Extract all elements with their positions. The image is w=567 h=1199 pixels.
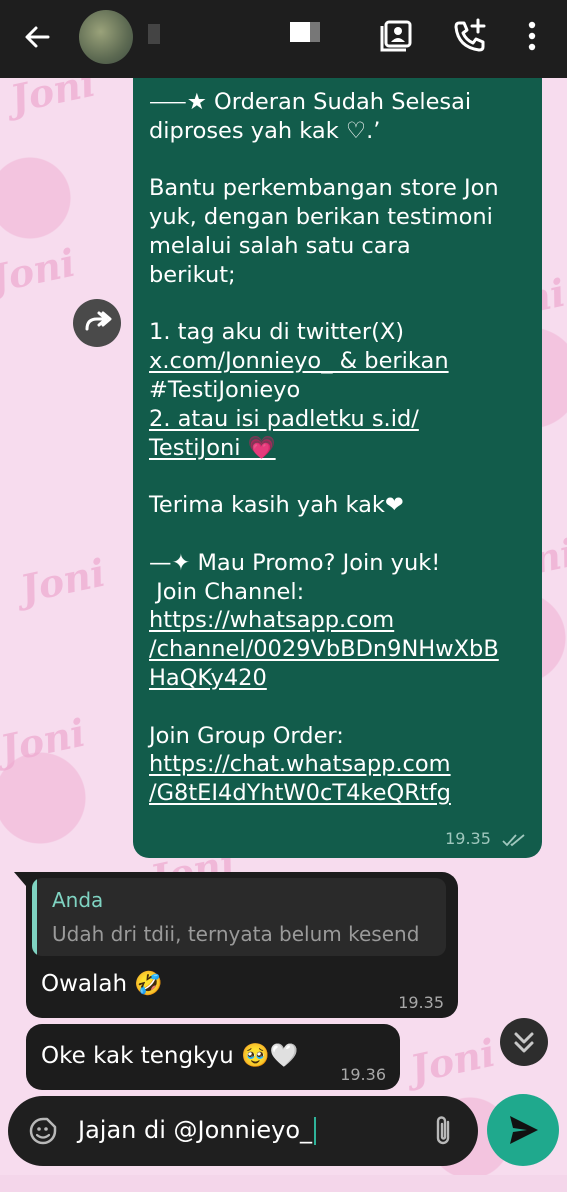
message-line: #TestiJonieyo: [149, 376, 301, 403]
wallpaper-decoration: Joni: [6, 78, 100, 122]
message-line: yuk, dengan berikan testimoni: [149, 204, 493, 231]
message-meta: 19.35: [445, 829, 526, 848]
message-line: Terima kasih yah kak❤: [149, 492, 404, 519]
message-line: ⸺★ Orderan Sudah Selesai: [149, 89, 472, 115]
wallpaper-decoration: Joni: [16, 549, 110, 612]
wallpaper-decoration: Joni: [0, 239, 80, 302]
message-line: [149, 290, 534, 319]
message-line: [149, 462, 534, 491]
message-line: Bantu perkembangan store Jon: [149, 175, 499, 202]
message-time: 19.36: [340, 1065, 386, 1084]
message-line: Join Channel:: [149, 578, 305, 605]
forward-button[interactable]: [73, 299, 121, 347]
quoted-message[interactable]: Anda Udah dri tdii, ternyata belum kesen…: [32, 878, 446, 956]
message-line[interactable]: x.com/Jonnieyo_ & berikan: [149, 347, 534, 376]
send-button[interactable]: [487, 1094, 559, 1166]
send-icon: [510, 1116, 538, 1144]
contact-status-redacted: [290, 22, 330, 42]
message-line: [149, 693, 534, 722]
message-line[interactable]: https://whatsapp.com: [149, 606, 534, 635]
system-navigation-bar: [0, 1192, 567, 1199]
message-time: 19.35: [445, 829, 491, 848]
message-line: —✦ Mau Promo? Join yuk!: [149, 549, 441, 576]
double-chevron-down-icon: [514, 1032, 534, 1053]
back-arrow-icon[interactable]: [22, 22, 52, 52]
message-line[interactable]: HaQKy420: [149, 664, 534, 693]
outgoing-message-text: ⸺★ Orderan Sudah Selesai diproses yah kak…: [149, 88, 534, 808]
contact-card-icon[interactable]: [378, 16, 418, 56]
message-line: [149, 520, 534, 549]
message-text: Oke kak tengkyu 🥹🤍: [41, 1043, 299, 1069]
incoming-message[interactable]: Oke kak tengkyu 🥹🤍 19.36: [26, 1024, 400, 1090]
message-line[interactable]: /channel/0029VbBDn9NHwXbB: [149, 635, 534, 664]
message-input[interactable]: Jajan di @Jonnieyo_: [78, 1116, 317, 1145]
quote-author: Anda: [52, 888, 104, 912]
contact-name[interactable]: [148, 24, 160, 44]
outgoing-message[interactable]: ⸺★ Orderan Sudah Selesai diproses yah kak…: [133, 78, 542, 858]
wallpaper-decoration: Joni: [0, 709, 90, 772]
message-time: 19.35: [398, 993, 444, 1012]
quote-text: Udah dri tdii, ternyata belum kesend: [52, 922, 420, 946]
message-line[interactable]: 2. atau isi padletku s.id/: [149, 405, 534, 434]
chat-header: [0, 0, 567, 78]
message-input-value: Jajan di @Jonnieyo_: [78, 1116, 313, 1144]
message-line: 1. tag aku di twitter(X): [149, 319, 405, 346]
text-caret: [314, 1117, 317, 1145]
message-line: diproses yah kak ♡.’: [149, 117, 381, 144]
message-line[interactable]: /G8tEI4dYhtW0cT4keQRtfg: [149, 779, 534, 808]
message-line: Join Group Order:: [149, 722, 344, 749]
message-line: [149, 146, 534, 175]
read-receipt-icon: [502, 833, 525, 846]
attach-icon[interactable]: [428, 1114, 458, 1148]
message-text: Owalah 🤣: [41, 971, 164, 997]
more-vertical-icon[interactable]: [512, 16, 552, 56]
message-line: melalui salah satu cara: [149, 232, 411, 259]
sticker-emoji-icon[interactable]: [28, 1116, 58, 1146]
wallpaper-decoration: Joni: [406, 1029, 500, 1092]
message-line[interactable]: https://chat.whatsapp.com: [149, 750, 534, 779]
message-line: berikut;: [149, 261, 236, 288]
add-call-icon[interactable]: [450, 16, 490, 56]
incoming-message[interactable]: Anda Udah dri tdii, ternyata belum kesen…: [14, 872, 458, 1018]
message-line[interactable]: TestiJoni 💗: [149, 434, 534, 463]
message-composer[interactable]: Jajan di @Jonnieyo_: [8, 1096, 478, 1166]
scroll-to-bottom-button[interactable]: [500, 1018, 548, 1066]
contact-avatar[interactable]: [79, 10, 133, 64]
forward-icon: [85, 311, 112, 331]
